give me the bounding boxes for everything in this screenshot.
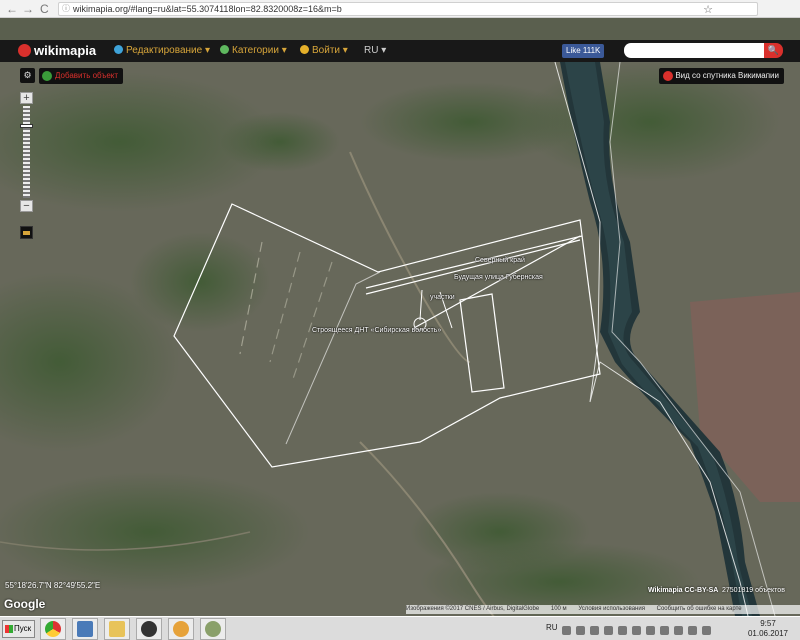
language-indicator[interactable]: RU [546,623,558,632]
report-error-link[interactable]: Сообщить об ошибке на карте [657,606,742,612]
satellite-imagery [0,62,800,616]
explorer-app[interactable] [72,618,98,640]
search-button[interactable]: 🔍 [764,43,783,58]
page-info-icon[interactable]: ⓘ [62,3,70,15]
zoom-track[interactable] [23,106,30,198]
map-view[interactable]: Северный край Будущая улица Губернская у… [0,62,800,616]
back-icon[interactable]: ← [6,2,18,16]
start-button[interactable]: Пуск [2,620,35,638]
add-icon [42,71,52,81]
google-logo: Google [4,597,46,611]
edit-icon [114,45,123,54]
clock[interactable]: 9:57 01.06.2017 [746,619,790,639]
media-app[interactable] [136,618,162,640]
reload-icon[interactable]: C [40,2,49,16]
map-label-plots[interactable]: участки [430,294,455,301]
map-label-dnt[interactable]: Строящееся ДНТ «Сибирская волость» [312,327,441,334]
attribution-text[interactable]: Wikimapia CC-BY-SA [648,587,718,594]
zoom-slider[interactable]: + − [20,92,33,212]
zoom-in-button[interactable]: + [20,92,33,104]
logo-icon [18,44,31,57]
terms-link[interactable]: Условия использования [578,606,645,612]
zoom-out-button[interactable]: − [20,200,33,212]
zoom-handle[interactable] [20,124,33,128]
menu-edit[interactable]: Редактирование ▾ [114,45,210,56]
system-tray[interactable] [562,622,734,635]
browser-toolbar: ← → C ⓘ wikimapia.org/#lang=ru&lat=55.30… [0,0,800,18]
login-icon [300,45,309,54]
scale-bar: 100 м [550,606,567,612]
wikimapia-logo[interactable]: wikimapia [18,43,96,58]
windows-icon [5,625,13,633]
forward-icon[interactable]: → [22,2,34,16]
imagery-credit: Изображения ©2017 CNES / Airbus, Digital… [406,606,540,612]
map-footer: Изображения ©2017 CNES / Airbus, Digital… [406,605,800,614]
bookmark-star-icon[interactable]: ☆ [703,4,713,15]
map-label-street[interactable]: Будущая улица Губернская [454,274,543,281]
map-label-severny-kray[interactable]: Северный край [475,257,525,264]
categories-icon [220,45,229,54]
language-select[interactable]: RU ▾ [364,45,386,56]
chrome-app[interactable] [40,618,66,640]
facebook-like-button[interactable]: Like 111K [562,44,605,58]
object-count: 27501819 объектов [722,587,785,594]
layers-icon[interactable] [20,226,33,239]
taskbar: Пуск RU 9:57 01.06.2017 [0,616,800,640]
cursor-coordinates: 55°18'26.7"N 82°49'55.2"E [5,581,101,590]
mail-app[interactable] [168,618,194,640]
address-bar[interactable]: ⓘ wikimapia.org/#lang=ru&lat=55.3074118l… [58,2,758,16]
gear-icon[interactable]: ⚙ [20,68,35,83]
search-input[interactable] [624,43,764,58]
add-object-button[interactable]: Добавить объект [39,68,124,84]
satellite-view-button[interactable]: Вид со спутника Викимапии [659,68,784,84]
tools-app[interactable] [200,618,226,640]
url-text: wikimapia.org/#lang=ru&lat=55.3074118lon… [73,4,342,14]
menu-login[interactable]: Войти ▾ [300,45,348,56]
satellite-icon [663,71,674,81]
folder-app[interactable] [104,618,130,640]
menu-categories[interactable]: Категории ▾ [220,45,287,56]
wikimapia-header: wikimapia Редактирование ▾ Категории ▾ В… [0,40,800,62]
